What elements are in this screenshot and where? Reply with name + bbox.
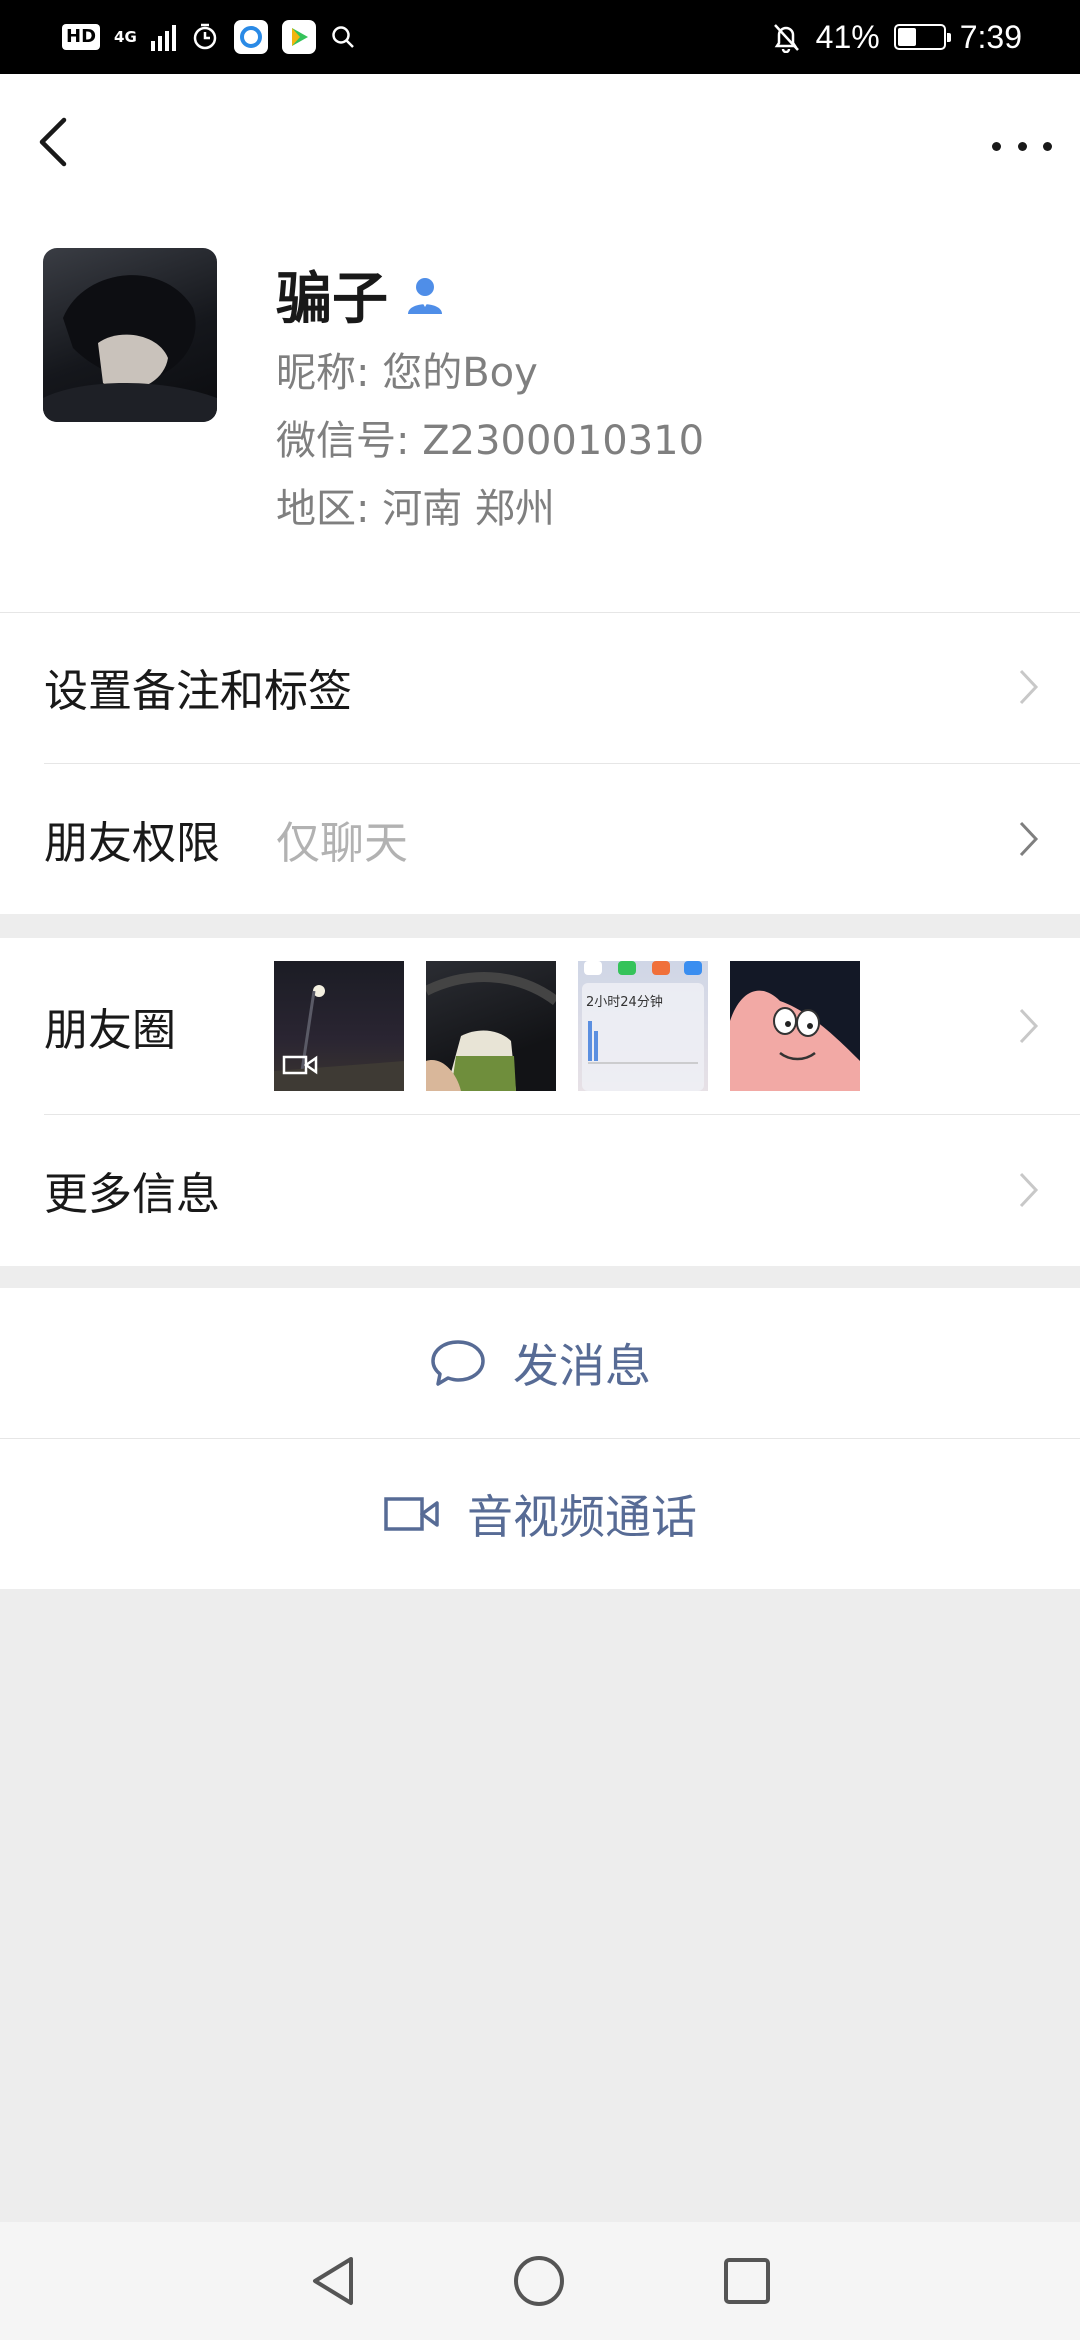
dot: [1043, 141, 1052, 151]
permissions-row[interactable]: 朋友权限 仅聊天: [0, 764, 1080, 914]
chevron-right-icon: [1019, 1172, 1039, 1208]
top-nav: [0, 74, 1080, 216]
dot: [1017, 141, 1027, 151]
video-camera-icon: [384, 1497, 439, 1531]
chevron-right-icon: [1019, 821, 1039, 857]
more-info-row[interactable]: 更多信息: [0, 1115, 1080, 1265]
moments-section: 朋友圈 2小时24分钟 更多信息: [0, 938, 1080, 1266]
moments-thumb-3[interactable]: 2小时24分钟: [578, 961, 708, 1091]
battery-fill: [897, 28, 916, 46]
signal-icon: [150, 23, 176, 51]
battery-percent: 41%: [815, 18, 880, 55]
nickname-line: 昵称: 您的Boy: [276, 350, 538, 396]
more-icon[interactable]: [992, 134, 1052, 158]
avatar-image: [43, 275, 217, 422]
back-icon[interactable]: [34, 112, 74, 172]
display-name-row: 骗子: [276, 254, 446, 335]
more-info-label: 更多信息: [44, 1169, 220, 1220]
wechat-id-line: 微信号: Z2300010310: [276, 418, 705, 464]
region-line: 地区: 河南 郑州: [276, 486, 555, 532]
nav-back-icon[interactable]: [307, 2253, 357, 2309]
moments-thumbnails: 2小时24分钟: [274, 961, 874, 1091]
network-type: 4G: [114, 27, 137, 46]
mute-bell-icon: [773, 24, 799, 53]
battery-icon: [893, 24, 951, 50]
dot: [992, 141, 1001, 151]
video-app-icon: [281, 20, 316, 54]
moments-row[interactable]: 朋友圈 2小时24分钟: [0, 938, 1080, 1114]
remark-tags-label: 设置备注和标签: [44, 666, 352, 717]
chevron-right-icon: [1019, 1008, 1039, 1044]
permissions-label: 朋友权限: [44, 818, 220, 869]
send-message-label: 发消息: [513, 1339, 651, 1393]
settings-section: 设置备注和标签 朋友权限 仅聊天: [0, 612, 1080, 914]
moments-thumb-2[interactable]: [426, 961, 556, 1091]
chat-bubble-icon: [431, 1340, 485, 1386]
nav-recents-icon[interactable]: [721, 2255, 773, 2307]
moments-thumb-text: 2小时24分钟: [586, 995, 663, 1010]
chevron-right-icon: [1019, 669, 1039, 705]
status-bar: HD 4G 41% 7:39: [0, 0, 1080, 74]
av-call-label: 音视频通话: [467, 1490, 697, 1544]
hd-indicator: HD: [62, 24, 101, 50]
moments-label: 朋友圈: [44, 1005, 176, 1056]
search-icon: [332, 26, 354, 48]
permissions-value: 仅聊天: [276, 818, 408, 869]
person-icon: [408, 277, 442, 314]
avatar[interactable]: [43, 248, 217, 422]
profile-card: 骗子 昵称: 您的Boy 微信号: Z2300010310 地区: 河南 郑州: [0, 216, 1080, 612]
moments-thumb-video[interactable]: [274, 961, 404, 1091]
clock: 7:39: [959, 18, 1022, 55]
system-nav-bar: [0, 2222, 1080, 2340]
moments-thumb-4[interactable]: [730, 961, 860, 1091]
remark-tags-row[interactable]: 设置备注和标签: [0, 612, 1080, 762]
nav-home-icon[interactable]: [511, 2253, 567, 2309]
browser-app-icon: [233, 20, 268, 54]
av-call-button[interactable]: 音视频通话: [0, 1439, 1080, 1589]
send-message-button[interactable]: 发消息: [0, 1288, 1080, 1438]
alarm-icon: [193, 23, 217, 50]
display-name: 骗子: [276, 267, 388, 332]
